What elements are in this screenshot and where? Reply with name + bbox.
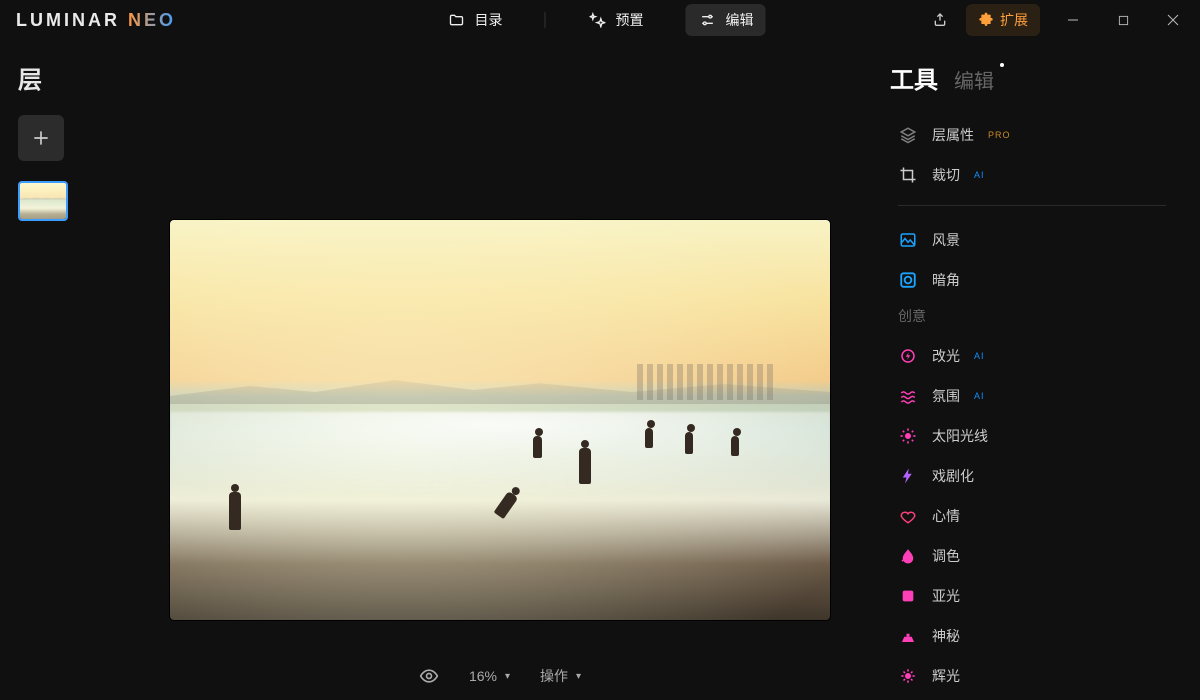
- ai-badge: AI: [974, 170, 985, 180]
- actions-dropdown[interactable]: 操作 ▾: [540, 666, 581, 686]
- tool-label: 戏剧化: [932, 466, 974, 486]
- nav-presets-label: 预置: [616, 10, 644, 30]
- nav-separator: [545, 12, 546, 28]
- nav-presets[interactable]: 预置: [576, 4, 656, 36]
- tool-layer-properties[interactable]: 层属性 PRO: [890, 115, 1172, 155]
- tools-header: 工具 编辑: [890, 60, 1172, 95]
- ai-badge: AI: [974, 391, 985, 401]
- tool-label: 太阳光线: [932, 426, 988, 446]
- nav-catalog[interactable]: 目录: [435, 4, 515, 36]
- tool-label: 风景: [932, 230, 960, 250]
- tool-label: 神秘: [932, 626, 960, 646]
- add-layer-button[interactable]: [18, 115, 64, 161]
- pro-badge: PRO: [988, 130, 1011, 140]
- nav-edit-label: 编辑: [726, 10, 754, 30]
- ai-badge: AI: [974, 351, 985, 361]
- canvas-toolbar: 16% ▾ 操作 ▾: [419, 666, 581, 686]
- tool-label: 暗角: [932, 270, 960, 290]
- main: 层: [0, 40, 1200, 700]
- tool-drama[interactable]: 戏剧化: [890, 456, 1172, 496]
- brand-word-2: NEO: [128, 10, 176, 31]
- titlebar-right: 扩展: [930, 4, 1190, 36]
- tool-sunrays[interactable]: 太阳光线: [890, 416, 1172, 456]
- chevron-down-icon: ▾: [505, 671, 510, 682]
- sparkle-icon: [588, 10, 608, 30]
- folder-icon: [447, 10, 467, 30]
- atmos-icon: [898, 386, 918, 406]
- separator: [898, 205, 1166, 206]
- window-close-button[interactable]: [1156, 5, 1190, 35]
- image-canvas[interactable]: [170, 220, 830, 620]
- zoom-control[interactable]: 16% ▾: [469, 668, 510, 684]
- vignette-icon: [898, 270, 918, 290]
- layer-thumbnail[interactable]: [18, 181, 68, 221]
- tool-glow[interactable]: 辉光: [890, 656, 1172, 696]
- tool-label: 调色: [932, 546, 960, 566]
- eye-icon[interactable]: [419, 666, 439, 686]
- sliders-icon: [698, 10, 718, 30]
- tool-label: 氛围: [932, 386, 960, 406]
- window-maximize-button[interactable]: [1106, 5, 1140, 35]
- layers-title: 层: [18, 60, 102, 95]
- tool-label: 层属性: [932, 125, 974, 145]
- tool-mood[interactable]: 心情: [890, 496, 1172, 536]
- extensions-button[interactable]: 扩展: [966, 4, 1040, 36]
- titlebar: LUMINAR NEO 目录 预置 编辑 扩展: [0, 0, 1200, 40]
- share-icon[interactable]: [930, 10, 950, 30]
- tool-label: 辉光: [932, 666, 960, 686]
- actions-label: 操作: [540, 666, 568, 686]
- tool-toning[interactable]: 调色: [890, 536, 1172, 576]
- tools-tab-edits[interactable]: 编辑: [954, 65, 994, 94]
- matte-icon: [898, 586, 918, 606]
- plus-icon: [31, 128, 51, 148]
- drama-icon: [898, 466, 918, 486]
- relight-icon: [898, 346, 918, 366]
- app-logo: LUMINAR NEO: [16, 10, 176, 31]
- chevron-down-icon: ▾: [576, 671, 581, 682]
- sunrays-icon: [898, 426, 918, 446]
- glow-icon: [898, 666, 918, 686]
- layers-icon: [898, 125, 918, 145]
- tool-mystic[interactable]: 神秘: [890, 616, 1172, 656]
- tools-tab-tools[interactable]: 工具: [890, 60, 938, 95]
- scenery-icon: [898, 230, 918, 250]
- tool-vignette[interactable]: 暗角: [890, 260, 1172, 300]
- tool-scenery[interactable]: 风景: [890, 220, 1172, 260]
- puzzle-icon: [978, 12, 994, 28]
- zoom-value: 16%: [469, 668, 497, 684]
- tool-matte[interactable]: 亚光: [890, 576, 1172, 616]
- window-minimize-button[interactable]: [1056, 5, 1090, 35]
- tool-relight[interactable]: 改光 AI: [890, 336, 1172, 376]
- tool-label: 裁切: [932, 165, 960, 185]
- tool-label: 心情: [932, 506, 960, 526]
- tool-label: 亚光: [932, 586, 960, 606]
- section-creative: 创意: [890, 300, 1172, 336]
- nav-catalog-label: 目录: [475, 10, 503, 30]
- mood-icon: [898, 506, 918, 526]
- toning-icon: [898, 546, 918, 566]
- nav-center: 目录 预置 编辑: [435, 4, 766, 36]
- tools-panel: 工具 编辑 层属性 PRO 裁切 AI 风景暗角 创意 改光 AI 氛围 AI 太阳光线…: [880, 40, 1200, 700]
- crop-icon: [898, 165, 918, 185]
- extensions-label: 扩展: [1000, 10, 1028, 30]
- nav-edit[interactable]: 编辑: [686, 4, 766, 36]
- tool-crop[interactable]: 裁切 AI: [890, 155, 1172, 195]
- tool-label: 改光: [932, 346, 960, 366]
- brand-word-1: LUMINAR: [16, 10, 120, 31]
- canvas-area: 16% ▾ 操作 ▾: [120, 40, 880, 700]
- tool-atmos[interactable]: 氛围 AI: [890, 376, 1172, 416]
- mystic-icon: [898, 626, 918, 646]
- layers-panel: 层: [0, 40, 120, 700]
